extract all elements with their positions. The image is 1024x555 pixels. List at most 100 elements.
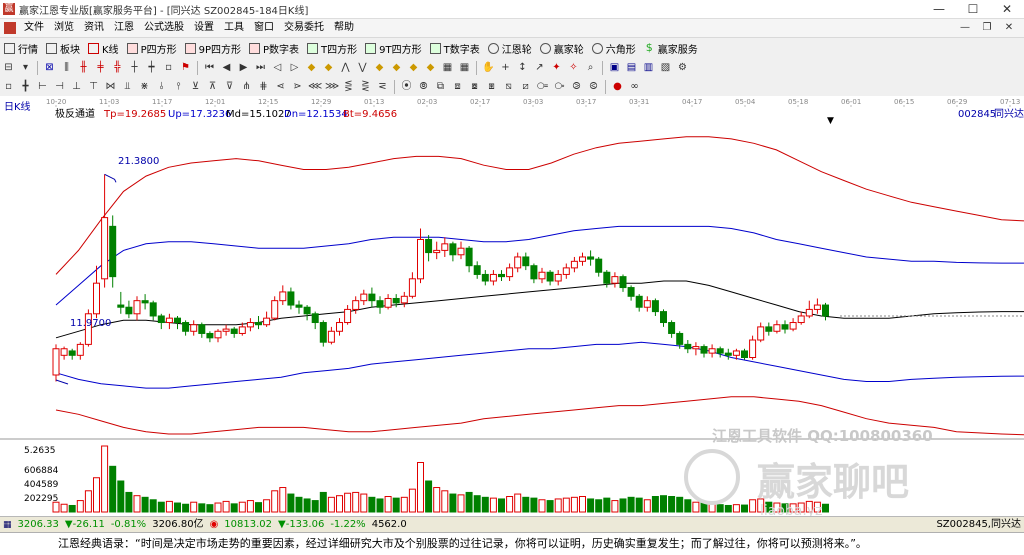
maximize-button[interactable]: ☐: [956, 0, 990, 18]
diamond2-icon[interactable]: ◆: [322, 61, 335, 74]
menu-window[interactable]: 窗口: [249, 19, 279, 37]
toolbar-service[interactable]: $ 赢家服务: [640, 41, 702, 56]
toolbar-hexagon[interactable]: 六角形: [588, 41, 640, 56]
toolbar-kline[interactable]: K线: [84, 41, 123, 56]
diamond6-icon[interactable]: ◆: [424, 61, 437, 74]
t19-icon[interactable]: ⋘: [308, 80, 322, 93]
mdi-close-button[interactable]: ✕: [998, 19, 1020, 37]
t11-icon[interactable]: ⫯: [172, 80, 185, 93]
t34-icon[interactable]: ⧁: [570, 80, 583, 93]
bar-up-icon[interactable]: ╫: [77, 61, 90, 74]
last-icon[interactable]: ⏭: [254, 61, 267, 74]
t18-icon[interactable]: ⋗: [291, 80, 304, 93]
period-icon[interactable]: ⊟: [2, 61, 15, 74]
t26-icon[interactable]: ⧉: [434, 80, 447, 93]
menu-tools[interactable]: 工具: [219, 19, 249, 37]
t8-icon[interactable]: ⫫: [121, 80, 134, 93]
t27-icon[interactable]: ⧈: [451, 80, 464, 93]
t12-icon[interactable]: ⊻: [189, 80, 202, 93]
menu-gann[interactable]: 江恩: [109, 19, 139, 37]
arrow-icon[interactable]: ↕: [516, 61, 529, 74]
menu-file[interactable]: 文件: [19, 19, 49, 37]
toolbar-winner-wheel[interactable]: 赢家轮: [536, 41, 588, 56]
toolbar-gann-wheel[interactable]: 江恩轮: [484, 41, 536, 56]
tools-icon[interactable]: ⚙: [676, 61, 689, 74]
toolbar-9p-square[interactable]: 9P四方形: [181, 41, 245, 56]
t5-icon[interactable]: ⊥: [70, 80, 83, 93]
t32-icon[interactable]: ⧃: [536, 80, 549, 93]
toolbar-t-table[interactable]: T数字表: [426, 41, 484, 56]
calc-icon[interactable]: ▣: [608, 61, 621, 74]
t25-icon[interactable]: ⦾: [417, 80, 430, 93]
toolbar-t-square[interactable]: T四方形: [303, 41, 361, 56]
diamond3-icon[interactable]: ◆: [373, 61, 386, 74]
toolbar-quotes[interactable]: 行情: [0, 41, 42, 56]
t1-icon[interactable]: ▫: [2, 80, 15, 93]
t30-icon[interactable]: ⧅: [502, 80, 515, 93]
option-icon[interactable]: ▫: [162, 61, 175, 74]
t22-icon[interactable]: ⋛: [359, 80, 372, 93]
minimize-button[interactable]: —: [922, 0, 956, 18]
fan2-icon[interactable]: ⋁: [356, 61, 369, 74]
chart-icon[interactable]: ▧: [659, 61, 672, 74]
t7-icon[interactable]: ⋈: [104, 80, 117, 93]
menu-trade[interactable]: 交易委托: [279, 19, 329, 37]
dropdown-icon[interactable]: ▾: [19, 61, 32, 74]
toolbar-p-square[interactable]: P四方形: [123, 41, 181, 56]
t15-icon[interactable]: ⋔: [240, 80, 253, 93]
close-button[interactable]: ✕: [990, 0, 1024, 18]
gann-tool2-icon[interactable]: ✧: [567, 61, 580, 74]
menu-settings[interactable]: 设置: [189, 19, 219, 37]
toolbar-p-table[interactable]: P数字表: [245, 41, 303, 56]
toolbar-blocks[interactable]: 板块: [42, 41, 84, 56]
t21-icon[interactable]: ⋚: [342, 80, 355, 93]
cross-icon[interactable]: +: [499, 61, 512, 74]
table-icon[interactable]: ▤: [625, 61, 638, 74]
diamond-icon[interactable]: ◆: [305, 61, 318, 74]
prev-icon[interactable]: ◀: [220, 61, 233, 74]
shrink-icon[interactable]: ◁: [271, 61, 284, 74]
t24-icon[interactable]: ⦿: [400, 80, 413, 93]
t23-icon[interactable]: ⋜: [376, 80, 389, 93]
menu-info[interactable]: 资讯: [79, 19, 109, 37]
market-icon[interactable]: ▦: [0, 518, 15, 532]
t33-icon[interactable]: ⧂: [553, 80, 566, 93]
diamond5-icon[interactable]: ◆: [407, 61, 420, 74]
color-icon[interactable]: ●: [611, 80, 624, 93]
hand-icon[interactable]: ✋: [482, 61, 495, 74]
t16-icon[interactable]: ⋕: [257, 80, 270, 93]
menu-formula[interactable]: 公式选股: [139, 19, 189, 37]
t10-icon[interactable]: ⫰: [155, 80, 168, 93]
t29-icon[interactable]: ⧆: [485, 80, 498, 93]
grid-tool2-icon[interactable]: ▦: [458, 61, 471, 74]
t17-icon[interactable]: ⋖: [274, 80, 287, 93]
bar-down-icon[interactable]: ╪: [94, 61, 107, 74]
t31-icon[interactable]: ⧄: [519, 80, 532, 93]
gann-tool-icon[interactable]: ✦: [550, 61, 563, 74]
toolbar-9t-square[interactable]: 9T四方形: [361, 41, 425, 56]
layout-icon[interactable]: ⊠: [43, 61, 56, 74]
candle-icon[interactable]: ⫼: [60, 61, 73, 74]
fan-icon[interactable]: ⋀: [339, 61, 352, 74]
t14-icon[interactable]: ⊽: [223, 80, 236, 93]
kline-type2-icon[interactable]: ┿: [145, 61, 158, 74]
bars-icon[interactable]: ╬: [111, 61, 124, 74]
mdi-minimize-button[interactable]: —: [954, 19, 976, 37]
list-icon[interactable]: ▥: [642, 61, 655, 74]
menu-browse[interactable]: 浏览: [49, 19, 79, 37]
zoom-icon[interactable]: ⌕: [584, 61, 597, 74]
sz-market-icon[interactable]: ◉: [207, 518, 222, 532]
first-icon[interactable]: ⏮: [203, 61, 216, 74]
diamond4-icon[interactable]: ◆: [390, 61, 403, 74]
grid-tool-icon[interactable]: ▦: [441, 61, 454, 74]
t2-icon[interactable]: ╋: [19, 80, 32, 93]
infinity-icon[interactable]: ∞: [628, 80, 641, 93]
grow-icon[interactable]: ▷: [288, 61, 301, 74]
next-icon[interactable]: ▶: [237, 61, 250, 74]
t9-icon[interactable]: ⋇: [138, 80, 151, 93]
kline-type-icon[interactable]: ┼: [128, 61, 141, 74]
mdi-restore-button[interactable]: ❐: [976, 19, 998, 37]
t3-icon[interactable]: ⊢: [36, 80, 49, 93]
menu-help[interactable]: 帮助: [329, 19, 359, 37]
t6-icon[interactable]: ⊤: [87, 80, 100, 93]
